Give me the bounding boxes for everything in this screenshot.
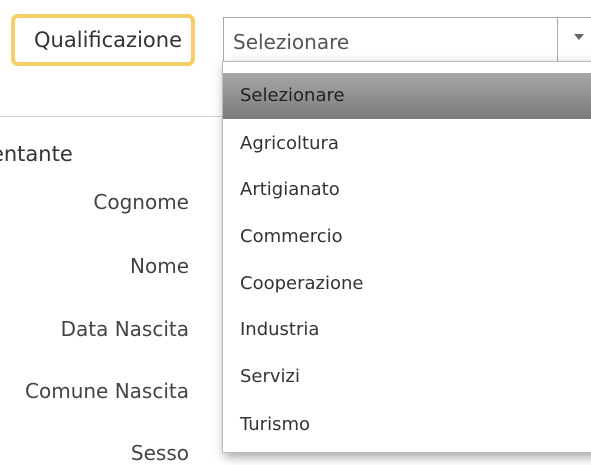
dropdown-option-selezionare[interactable]: Selezionare [223,73,591,119]
dropdown-option-cooperazione[interactable]: Cooperazione [223,261,591,307]
label-cognome: Cognome [93,190,189,214]
label-comune-nascita: Comune Nascita [25,379,189,403]
select-toggle-button[interactable] [557,18,591,61]
label-nome: Nome [130,254,189,278]
qualificazione-select[interactable]: Selezionare [223,17,591,62]
label-sesso: Sesso [130,441,189,465]
chevron-down-icon [574,34,584,40]
qualificazione-dropdown-list[interactable]: Selezionare Agricoltura Artigianato Comm… [222,61,591,453]
dropdown-option-turismo[interactable]: Turismo [223,402,591,448]
qualificazione-label: Qualificazione [11,14,195,66]
label-data-nascita: Data Nascita [60,317,189,341]
dropdown-option-commercio[interactable]: Commercio [223,214,591,260]
dropdown-option-artigianato[interactable]: Artigianato [223,167,591,213]
select-current-value: Selezionare [233,30,350,54]
dropdown-option-industria[interactable]: Industria [223,307,591,353]
dropdown-option-servizi[interactable]: Servizi [223,354,591,400]
section-title: sentante [0,142,73,166]
dropdown-option-agricoltura[interactable]: Agricoltura [223,121,591,167]
section-divider [0,116,222,117]
